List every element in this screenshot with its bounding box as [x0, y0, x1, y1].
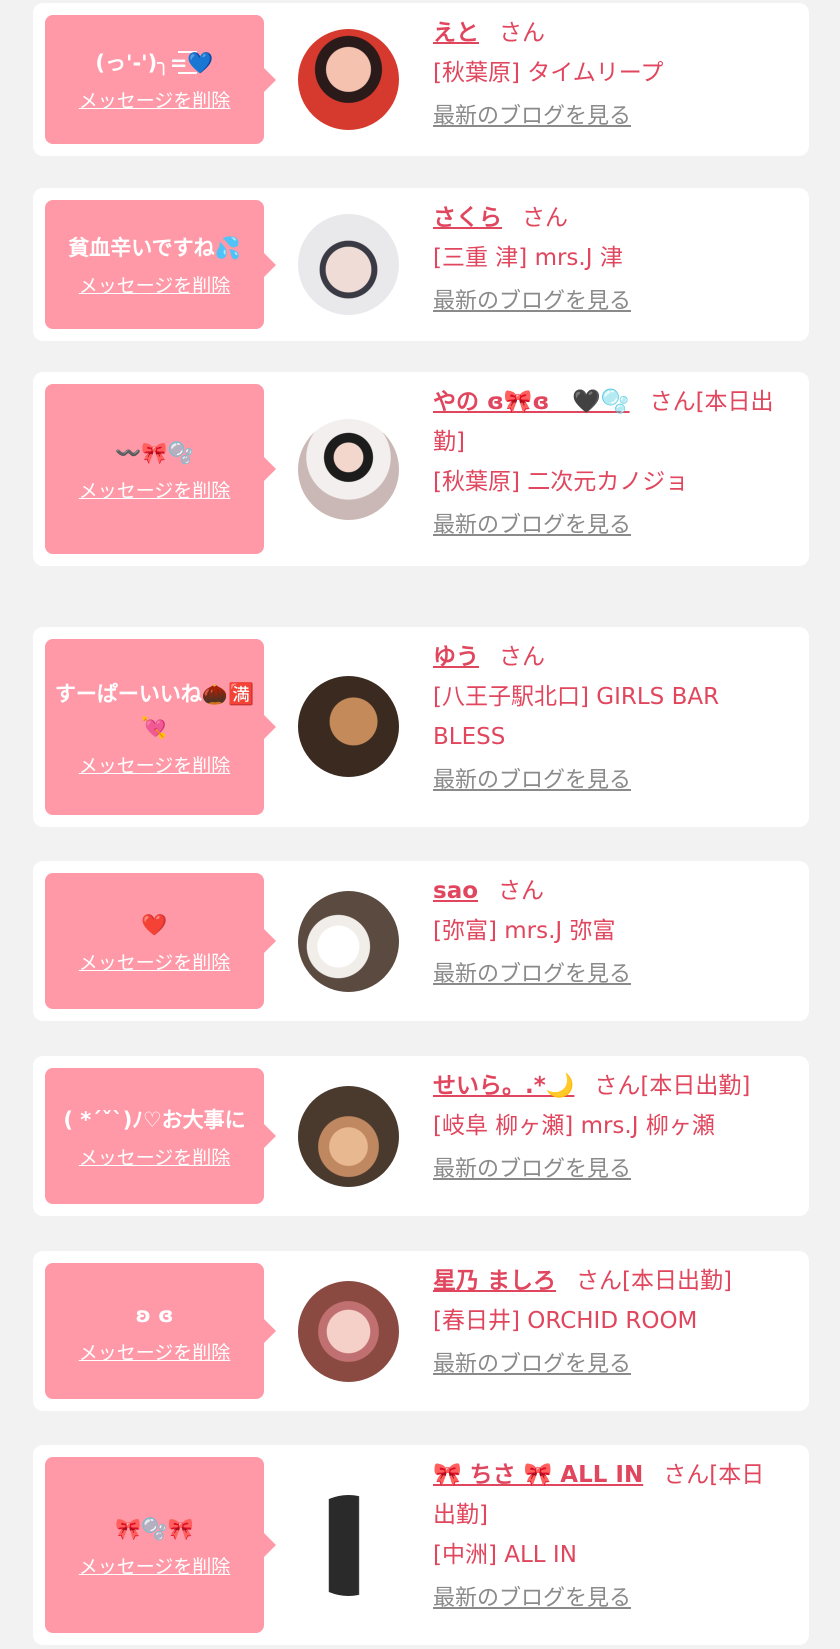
honorific: さん [499, 644, 545, 670]
delete-message-link[interactable]: メッセージを削除 [79, 1552, 231, 1579]
avatar[interactable] [298, 1495, 399, 1596]
shop-label: [岐阜 柳ヶ瀬] mrs.J 柳ヶ瀬 [433, 1113, 715, 1139]
avatar[interactable] [298, 419, 399, 520]
profile-info: さくら さん [三重 津] mrs.J 津 最新のブログを見る [433, 198, 785, 322]
profile-info: 星乃 ましろ さん[本日出勤] [春日井] ORCHID ROOM 最新のブログを… [433, 1261, 785, 1385]
message-text: 貧血辛いですね💦 [68, 236, 241, 260]
avatar[interactable] [298, 1086, 399, 1187]
avatar[interactable] [298, 1281, 399, 1382]
profile-info: sao さん [弥富] mrs.J 弥富 最新のブログを見る [433, 871, 785, 995]
shop-label: [春日井] ORCHID ROOM [433, 1308, 698, 1334]
profile-info: 🎀 ちさ 🎀 ALL IN さん[本日出勤] [中洲] ALL IN 最新のブログ… [433, 1455, 785, 1619]
profile-info: ゆう さん [八王子駅北口] GIRLS BAR BLESS 最新のブログを見る [433, 637, 785, 801]
shop-label: [中洲] ALL IN [433, 1542, 577, 1568]
latest-blog-link[interactable]: 最新のブログを見る [433, 1150, 785, 1190]
message-card: 🎀🫧🎀 メッセージを削除 🎀 ちさ 🎀 ALL IN さん[本日出勤] [中洲] … [33, 1445, 809, 1645]
message-text: ʚ ɞ [135, 1302, 174, 1327]
honorific: さん[本日出勤] [576, 1268, 732, 1294]
profile-name-link[interactable]: やの ɞ🎀ɞ 🖤🫧 [433, 389, 630, 415]
honorific: さん [499, 20, 545, 46]
profile-name-link[interactable]: さくら [433, 205, 502, 231]
profile-name-link[interactable]: えと [433, 20, 479, 46]
message-text: 〰️🎀🫧 [115, 440, 194, 465]
message-bubble: 〰️🎀🫧 メッセージを削除 [45, 384, 276, 554]
message-card: ❤️ メッセージを削除 sao さん [弥富] mrs.J 弥富 最新のブログを見… [33, 861, 809, 1021]
latest-blog-link[interactable]: 最新のブログを見る [433, 506, 785, 546]
message-card: ʚ ɞ メッセージを削除 星乃 ましろ さん[本日出勤] [春日井] ORCHID… [33, 1251, 809, 1411]
message-card: 貧血辛いですね💦 メッセージを削除 さくら さん [三重 津] mrs.J 津 最… [33, 188, 809, 341]
delete-message-link[interactable]: メッセージを削除 [79, 751, 231, 778]
message-text: すーぱーいいね🌰🈵💘 [54, 681, 255, 740]
message-card: (っ'-')╮=͟͟͞͞💙 メッセージを削除 えと さん [秋葉原] タイムリープ… [33, 3, 809, 156]
message-card: 〰️🎀🫧 メッセージを削除 やの ɞ🎀ɞ 🖤🫧 さん[本日出勤] [秋葉原] 二次… [33, 372, 809, 566]
latest-blog-link[interactable]: 最新のブログを見る [433, 1579, 785, 1619]
shop-label: [八王子駅北口] GIRLS BAR BLESS [433, 684, 720, 750]
message-bubble: すーぱーいいね🌰🈵💘 メッセージを削除 [45, 639, 276, 815]
message-bubble: ❤️ メッセージを削除 [45, 873, 276, 1009]
latest-blog-link[interactable]: 最新のブログを見る [433, 282, 785, 322]
profile-info: やの ɞ🎀ɞ 🖤🫧 さん[本日出勤] [秋葉原] 二次元カノジョ 最新のブログを見… [433, 382, 785, 546]
latest-blog-link[interactable]: 最新のブログを見る [433, 955, 785, 995]
message-card: すーぱーいいね🌰🈵💘 メッセージを削除 ゆう さん [八王子駅北口] GIRLS … [33, 627, 809, 827]
shop-label: [秋葉原] タイムリープ [433, 60, 664, 86]
message-text: (っ'-')╮=͟͟͞͞💙 [95, 51, 214, 75]
profile-name-link[interactable]: ゆう [433, 644, 479, 670]
avatar[interactable] [298, 29, 399, 130]
avatar[interactable] [298, 676, 399, 777]
profile-name-link[interactable]: 星乃 ましろ [433, 1268, 556, 1294]
profile-info: えと さん [秋葉原] タイムリープ 最新のブログを見る [433, 13, 785, 137]
message-bubble: (っ'-')╮=͟͟͞͞💙 メッセージを削除 [45, 15, 276, 144]
honorific: さん [522, 205, 568, 231]
latest-blog-link[interactable]: 最新のブログを見る [433, 761, 785, 801]
shop-label: [秋葉原] 二次元カノジョ [433, 469, 689, 495]
message-text: ( *´ˇ`)ﾉ♡お大事に [63, 1107, 246, 1132]
message-bubble: 貧血辛いですね💦 メッセージを削除 [45, 200, 276, 329]
delete-message-link[interactable]: メッセージを削除 [79, 1338, 231, 1365]
honorific: さん [498, 878, 545, 904]
avatar[interactable] [298, 214, 399, 315]
profile-name-link[interactable]: せいら。.*🌙 [433, 1073, 574, 1099]
latest-blog-link[interactable]: 最新のブログを見る [433, 97, 785, 137]
message-card: ( *´ˇ`)ﾉ♡お大事に メッセージを削除 せいら。.*🌙 さん[本日出勤] [… [33, 1056, 809, 1216]
profile-name-link[interactable]: 🎀 ちさ 🎀 ALL IN [433, 1462, 643, 1488]
honorific: さん[本日出勤] [594, 1073, 751, 1099]
profile-info: せいら。.*🌙 さん[本日出勤] [岐阜 柳ヶ瀬] mrs.J 柳ヶ瀬 最新のブロ… [433, 1066, 785, 1190]
delete-message-link[interactable]: メッセージを削除 [79, 476, 231, 503]
avatar[interactable] [298, 891, 399, 992]
shop-label: [三重 津] mrs.J 津 [433, 245, 623, 271]
delete-message-link[interactable]: メッセージを削除 [79, 1143, 231, 1170]
message-bubble: ʚ ɞ メッセージを削除 [45, 1263, 276, 1399]
shop-label: [弥富] mrs.J 弥富 [433, 918, 616, 944]
delete-message-link[interactable]: メッセージを削除 [79, 271, 231, 298]
message-text: 🎀🫧🎀 [115, 1516, 194, 1541]
message-bubble: ( *´ˇ`)ﾉ♡お大事に メッセージを削除 [45, 1068, 276, 1204]
latest-blog-link[interactable]: 最新のブログを見る [433, 1345, 785, 1385]
message-bubble: 🎀🫧🎀 メッセージを削除 [45, 1457, 276, 1633]
message-text: ❤️ [141, 912, 168, 937]
profile-name-link[interactable]: sao [433, 878, 478, 904]
delete-message-link[interactable]: メッセージを削除 [79, 86, 231, 113]
delete-message-link[interactable]: メッセージを削除 [79, 948, 231, 975]
